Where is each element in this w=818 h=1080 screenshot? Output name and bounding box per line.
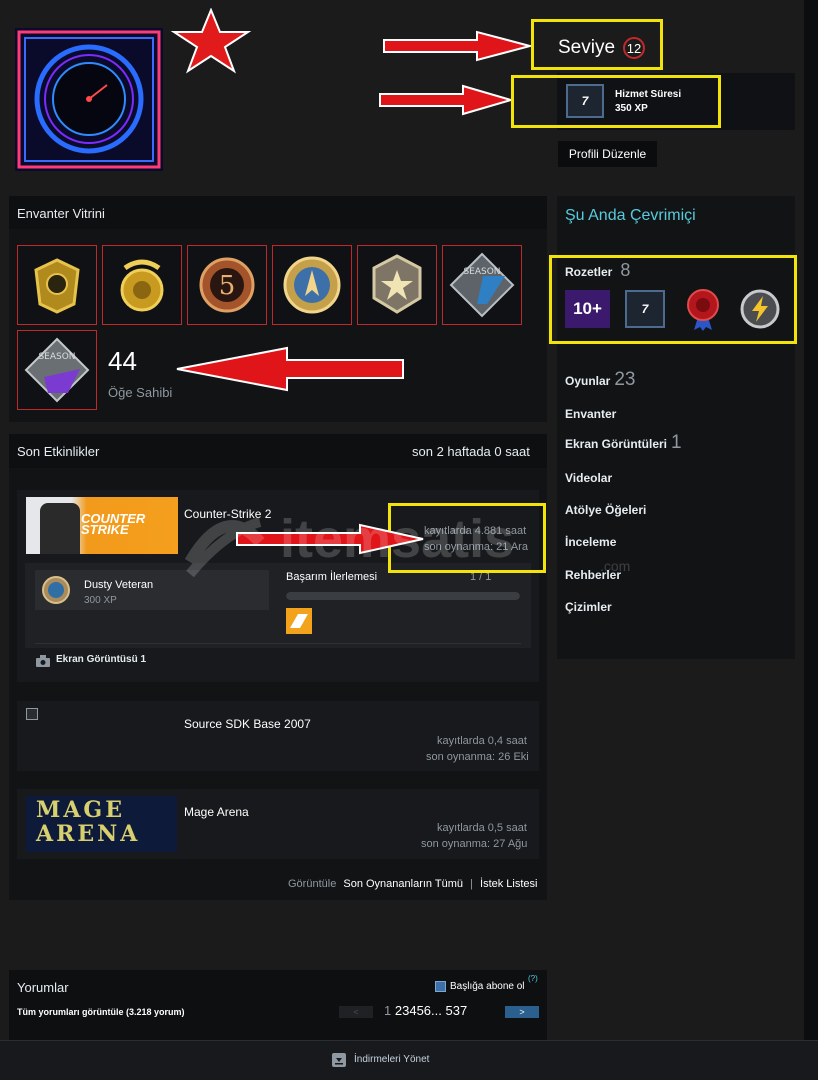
recent-summary: son 2 haftada 0 saat	[412, 444, 530, 459]
sidebar-link-inventory[interactable]: Envanter	[565, 407, 616, 421]
manage-downloads-link[interactable]: İndirmeleri Yönet	[354, 1054, 429, 1065]
items-owned-label: Öğe Sahibi	[108, 385, 173, 400]
view-label: Görüntüle	[288, 878, 337, 890]
recent-title: Son Etkinlikler	[17, 444, 100, 459]
cs2-logo: COUNTER STRIKE	[81, 511, 146, 537]
badge-xp: 350 XP	[615, 103, 648, 114]
badge-number: 7	[581, 94, 589, 108]
download-icon	[332, 1053, 346, 1072]
level-value[interactable]: 12	[623, 37, 646, 59]
comments-title: Yorumlar	[17, 980, 69, 995]
screenshot-link[interactable]: Ekran Görüntüsü 1	[56, 654, 146, 665]
page-link[interactable]: 6	[424, 1003, 431, 1018]
page-right-edge	[804, 0, 818, 1040]
sidebar-link-screenshots[interactable]: Ekran Görüntüleri 1	[565, 432, 682, 454]
achievement-thumb-icon[interactable]	[286, 608, 312, 634]
sidebar-link-games[interactable]: Oyunlar 23	[565, 369, 636, 391]
pagination: 1 23456... 537	[384, 1003, 467, 1018]
view-all-recent-link[interactable]: Son Oynananların Tümü	[343, 878, 463, 890]
game-last-source-sdk: son oynanma: 26 Eki	[426, 751, 529, 763]
mage-arena-logo: MAGE ARENA	[36, 797, 141, 847]
mage-arena-capsule[interactable]: MAGE ARENA	[26, 796, 177, 852]
arrow-icon	[382, 30, 534, 67]
view-all-comments[interactable]: Tüm yorumları görüntüle (3.218 yorum)	[17, 1007, 185, 1017]
prev-page-button[interactable]: <	[339, 1006, 373, 1018]
game-name-source-sdk[interactable]: Source SDK Base 2007	[184, 717, 311, 731]
badge-years-number: 7	[641, 302, 649, 316]
avatar[interactable]	[15, 28, 163, 171]
badge-ten-plus[interactable]: 10+	[565, 290, 610, 328]
achievement-xp: 300 XP	[84, 595, 117, 606]
achievement-progress-bar	[286, 592, 520, 600]
badge-seal-icon[interactable]	[682, 287, 724, 331]
edit-profile-button[interactable]: Profili Düzenle	[558, 141, 657, 167]
item-five-year-coin[interactable]: 5	[187, 245, 267, 325]
svg-text:SEASON: SEASON	[38, 352, 75, 362]
page-link[interactable]: 4	[409, 1003, 416, 1018]
level-section: Seviye 12	[558, 36, 646, 60]
broken-image-icon	[26, 708, 38, 720]
watermark-logo: itemsatis .com	[180, 508, 650, 588]
item-operation-coin[interactable]	[272, 245, 352, 325]
page-link[interactable]: 5	[417, 1003, 424, 1018]
level-label: Seviye	[558, 37, 616, 58]
svg-text:SEASON: SEASON	[463, 267, 500, 277]
online-status: Şu Anda Çevrimiçi	[565, 207, 696, 224]
item-gold-coin-snake[interactable]	[102, 245, 182, 325]
cs2-soldiers	[40, 503, 80, 554]
item-season-medal-1[interactable]: SEASON	[442, 245, 522, 325]
page-ellipsis: ...	[431, 1003, 442, 1018]
badge-lightning-icon[interactable]	[739, 288, 781, 330]
service-badge-icon[interactable]: 7	[566, 84, 604, 118]
game-name-mage-arena[interactable]: Mage Arena	[184, 805, 249, 819]
watermark-text: itemsatis	[280, 509, 515, 569]
camera-icon	[36, 654, 50, 672]
badge-name: Hizmet Süresi	[615, 89, 682, 100]
item-star-medal[interactable]	[357, 245, 437, 325]
achievement-name: Dusty Veteran	[84, 579, 154, 591]
subscribe-checkbox[interactable]	[435, 981, 446, 992]
recent-footer: Görüntüle Son Oynananların Tümü | İstek …	[288, 878, 537, 890]
watermark-subtext: .com	[600, 558, 631, 574]
showcase-title: Envanter Vitrini	[17, 206, 105, 221]
footer-separator: |	[470, 878, 473, 890]
badge-highlight	[511, 75, 721, 128]
next-page-button[interactable]: >	[505, 1006, 539, 1018]
badge-ten-plus-label: 10+	[573, 299, 602, 318]
arrow-icon	[175, 346, 405, 397]
page-link[interactable]: 537	[446, 1003, 468, 1018]
page-link[interactable]: 1	[384, 1003, 391, 1018]
page-link[interactable]: 2	[395, 1003, 402, 1018]
dusty-veteran-icon	[41, 575, 71, 610]
items-owned-count[interactable]: 44	[108, 346, 137, 377]
sidebar-link-artwork[interactable]: Çizimler	[565, 600, 612, 614]
subscribe-label[interactable]: Başlığa abone ol	[450, 981, 525, 992]
badge-years-of-service[interactable]: 7	[625, 290, 665, 328]
arrow-icon	[378, 84, 515, 121]
card-divider	[35, 643, 521, 644]
badges-count: 8	[620, 260, 631, 280]
cs2-capsule[interactable]: COUNTER STRIKE	[26, 497, 178, 554]
subscribe-help[interactable]: (?)	[528, 974, 538, 983]
item-gold-emblem[interactable]	[17, 245, 97, 325]
badges-header[interactable]: Rozetler 8	[565, 260, 630, 281]
game-hours-source-sdk: kayıtlarda 0,4 saat	[437, 735, 527, 747]
wishlist-link[interactable]: İstek Listesi	[480, 878, 537, 890]
star-icon	[170, 7, 252, 79]
item-season-medal-2[interactable]: SEASON	[17, 330, 97, 410]
badges-label: Rozetler	[565, 265, 613, 279]
sidebar-link-videos[interactable]: Videolar	[565, 471, 612, 485]
game-hours-mage-arena: kayıtlarda 0,5 saat	[437, 822, 527, 834]
svg-text:5: 5	[219, 271, 236, 301]
achievement-progress-fill	[286, 592, 520, 600]
game-last-mage-arena: son oynanma: 27 Ağu	[421, 838, 528, 850]
